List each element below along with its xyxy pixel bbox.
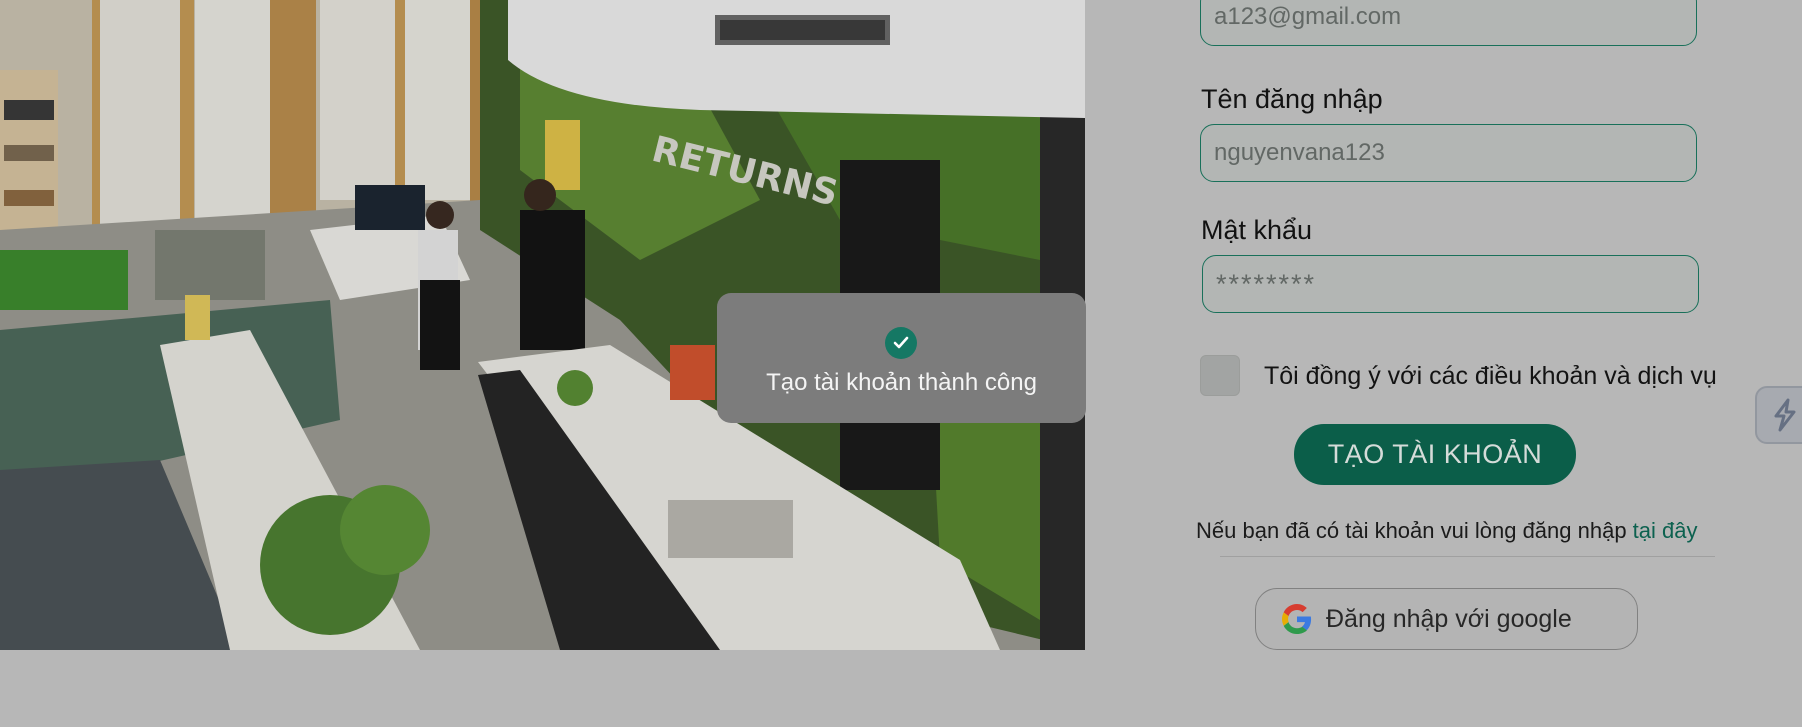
- password-label: Mật khẩu: [1201, 215, 1313, 245]
- success-toast: Tạo tài khoản thành công: [717, 293, 1086, 423]
- email-field[interactable]: a123@gmail.com: [1200, 0, 1697, 46]
- toast-message: Tạo tài khoản thành công: [766, 369, 1037, 396]
- terms-checkbox[interactable]: [1200, 355, 1240, 396]
- google-login-button-label: Đăng nhập với google: [1326, 604, 1572, 633]
- check-icon: [885, 327, 917, 359]
- page-footer-area: [0, 650, 1085, 727]
- login-link[interactable]: tại đây: [1633, 518, 1698, 543]
- email-field-value: a123@gmail.com: [1214, 3, 1402, 30]
- create-account-button-label: TẠO TÀI KHOẢN: [1327, 439, 1543, 469]
- password-placeholder: ********: [1216, 268, 1317, 299]
- username-placeholder: nguyenvana123: [1214, 139, 1385, 166]
- side-widget-button[interactable]: [1755, 386, 1802, 444]
- google-icon: [1282, 604, 1312, 634]
- lightning-icon: [1774, 398, 1796, 432]
- login-hint: Nếu bạn đã có tài khoản vui lòng đăng nh…: [1196, 518, 1698, 544]
- google-login-button[interactable]: Đăng nhập với google: [1255, 588, 1638, 650]
- username-label: Tên đăng nhập: [1201, 84, 1383, 114]
- create-account-button[interactable]: TẠO TÀI KHOẢN: [1294, 424, 1576, 485]
- username-field[interactable]: nguyenvana123: [1200, 124, 1697, 182]
- login-hint-text: Nếu bạn đã có tài khoản vui lòng đăng nh…: [1196, 518, 1633, 543]
- divider: [1220, 556, 1715, 557]
- password-field[interactable]: ********: [1202, 255, 1699, 313]
- terms-label: Tôi đồng ý với các điều khoản và dịch vụ: [1264, 362, 1717, 390]
